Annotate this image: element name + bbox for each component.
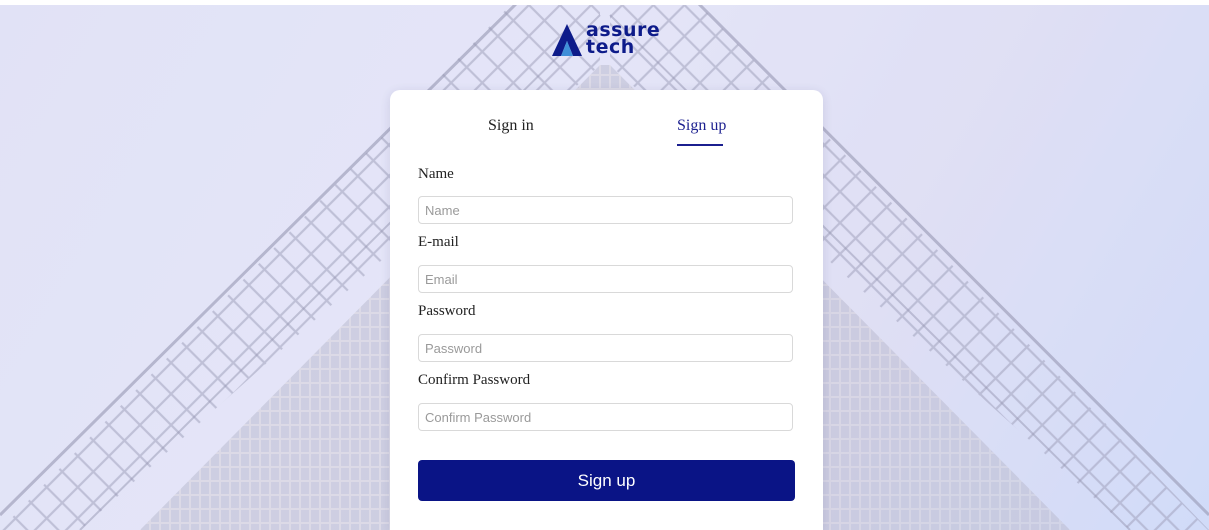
sign-up-button[interactable]: Sign up	[418, 460, 795, 501]
email-label: E-mail	[418, 234, 459, 250]
tab-sign-up[interactable]: Sign up	[677, 117, 726, 135]
confirm-password-input[interactable]	[418, 403, 793, 431]
tab-sign-in[interactable]: Sign in	[488, 117, 534, 135]
password-label: Password	[418, 303, 476, 319]
triangle-logo-icon	[552, 24, 582, 56]
auth-card: Sign in Sign up Name E-mail Password Con…	[390, 90, 823, 530]
email-input[interactable]	[418, 265, 793, 293]
name-label: Name	[418, 166, 454, 182]
brand-name-line2: tech	[586, 36, 635, 58]
name-input[interactable]	[418, 196, 793, 224]
brand-logo: assure tech	[552, 21, 672, 62]
brand-wordmark: assure tech	[586, 21, 660, 58]
password-input[interactable]	[418, 334, 793, 362]
confirm-password-label: Confirm Password	[418, 372, 531, 388]
active-tab-indicator	[677, 144, 723, 146]
